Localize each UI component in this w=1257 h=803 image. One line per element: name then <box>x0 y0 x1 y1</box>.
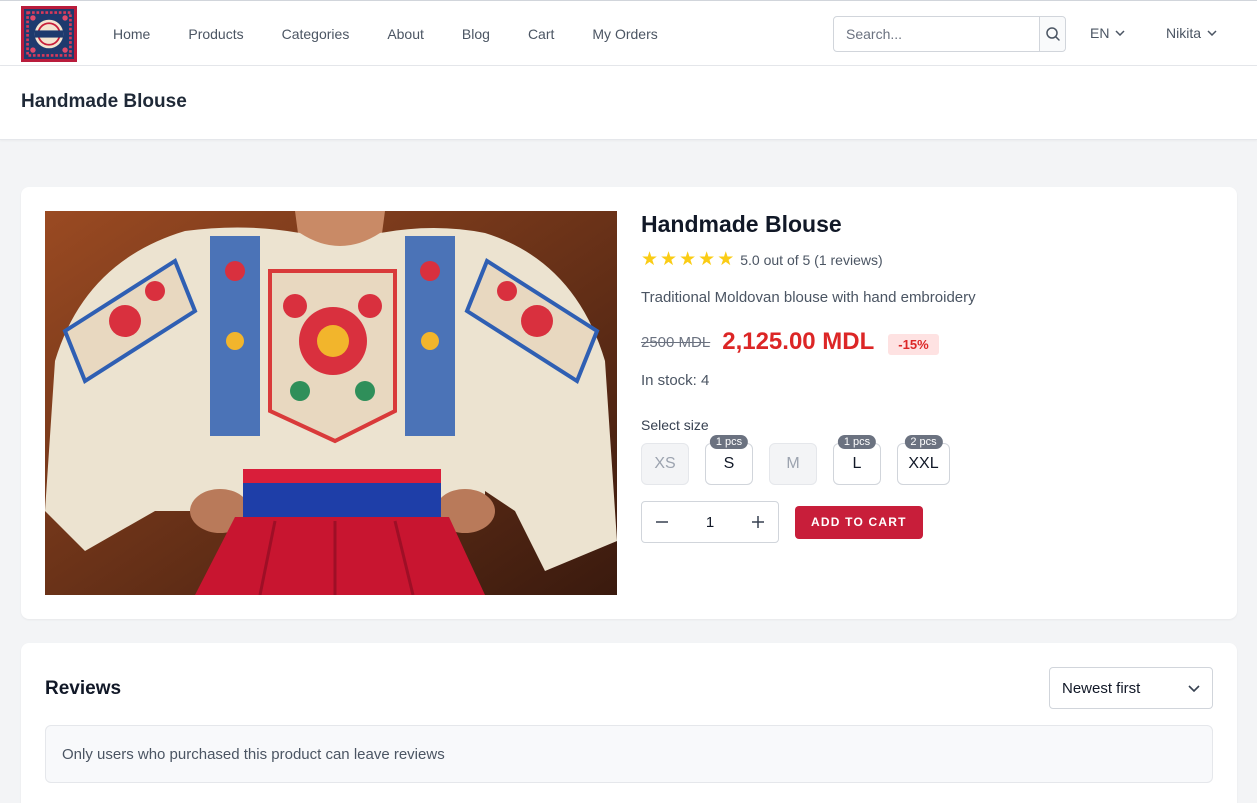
size-button-l[interactable]: L <box>833 443 881 485</box>
product-card: Handmade Blouse ★ ★ ★ ★ ★ 5.0 out of 5 (… <box>21 187 1237 619</box>
star-icon: ★ <box>679 249 697 270</box>
decrease-quantity-button[interactable] <box>650 510 674 534</box>
top-navbar: Home Products Categories About Blog Cart… <box>0 0 1257 66</box>
nav-my-orders[interactable]: My Orders <box>573 1 676 67</box>
size-option-s: S 1 pcs <box>705 435 753 485</box>
old-price: 2500 MDL <box>641 333 711 351</box>
nav-cart[interactable]: Cart <box>509 1 573 67</box>
product-description: Traditional Moldovan blouse with hand em… <box>641 289 976 306</box>
price-row: 2500 MDL 2,125.00 MDL -15% <box>641 328 1201 356</box>
nav-categories[interactable]: Categories <box>263 1 369 67</box>
language-label: EN <box>1090 25 1110 41</box>
size-button-s[interactable]: S <box>705 443 753 485</box>
chevron-down-icon <box>1188 684 1200 692</box>
product-info: Handmade Blouse ★ ★ ★ ★ ★ 5.0 out of 5 (… <box>641 211 1201 543</box>
reviews-title: Reviews <box>45 678 122 699</box>
chevron-down-icon <box>1115 30 1125 36</box>
user-name: Nikita <box>1166 25 1202 41</box>
cart-row: 1 ADD TO CART <box>641 501 1201 543</box>
search-icon <box>1045 27 1060 41</box>
nav-about[interactable]: About <box>368 1 443 67</box>
plus-icon <box>752 516 764 528</box>
star-icon: ★ <box>717 249 735 270</box>
user-menu-dropdown[interactable]: Nikita <box>1166 25 1217 41</box>
size-button-xxl[interactable]: XXL <box>897 443 950 485</box>
search-button[interactable] <box>1039 17 1065 51</box>
star-icon: ★ <box>641 249 659 270</box>
nav-blog[interactable]: Blog <box>443 1 509 67</box>
rating-stars: ★ ★ ★ ★ ★ <box>641 249 735 270</box>
search-box <box>833 16 1066 52</box>
size-button-m[interactable]: M <box>769 443 817 485</box>
size-button-xs[interactable]: XS <box>641 443 689 485</box>
size-options: XS S 1 pcs M L 1 pcs XXL 2 pcs <box>641 435 1201 485</box>
size-option-xxl: XXL 2 pcs <box>897 435 950 485</box>
add-to-cart-button[interactable]: ADD TO CART <box>795 505 923 539</box>
review-permission-notice: Only users who purchased this product ca… <box>45 725 1213 783</box>
product-name: Handmade Blouse <box>641 211 842 237</box>
minus-icon <box>656 521 668 523</box>
stock-status: In stock: 4 <box>641 372 710 389</box>
increase-quantity-button[interactable] <box>746 510 770 534</box>
current-price: 2,125.00 MDL <box>722 328 875 355</box>
quantity-value[interactable]: 1 <box>706 514 714 531</box>
nav-products[interactable]: Products <box>169 1 262 67</box>
rating-text: 5.0 out of 5 (1 reviews) <box>740 252 883 268</box>
size-stock-badge: 2 pcs <box>904 435 943 449</box>
brand-logo[interactable] <box>21 6 77 62</box>
search-input[interactable] <box>834 17 1039 51</box>
rating-row: ★ ★ ★ ★ ★ 5.0 out of 5 (1 reviews) <box>641 249 1201 270</box>
page-header: Handmade Blouse <box>0 66 1257 140</box>
logo-icon <box>24 9 74 59</box>
size-stock-badge: 1 pcs <box>709 435 749 449</box>
star-icon: ★ <box>698 249 716 270</box>
discount-badge: -15% <box>888 333 939 355</box>
language-dropdown[interactable]: EN <box>1090 25 1125 41</box>
size-stock-badge: 1 pcs <box>837 435 877 449</box>
sort-selected-value: Newest first <box>1062 679 1141 697</box>
quantity-stepper: 1 <box>641 501 779 543</box>
chevron-down-icon <box>1207 30 1217 36</box>
reviews-section: Reviews Newest first Only users who purc… <box>21 643 1237 803</box>
size-option-l: L 1 pcs <box>833 435 881 485</box>
review-sort-select[interactable]: Newest first <box>1049 667 1213 709</box>
main-nav: Home Products Categories About Blog Cart… <box>94 1 677 67</box>
size-option-m: M <box>769 443 817 485</box>
page-title: Handmade Blouse <box>21 91 187 112</box>
star-icon: ★ <box>660 249 678 270</box>
nav-home[interactable]: Home <box>94 1 169 67</box>
size-option-xs: XS <box>641 443 689 485</box>
size-label: Select size <box>641 417 709 433</box>
product-image <box>45 211 617 595</box>
